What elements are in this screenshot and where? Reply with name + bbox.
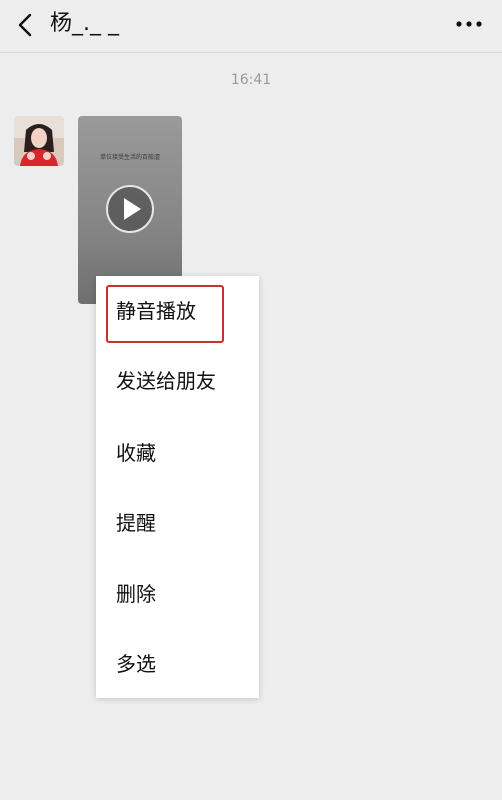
chat-title: 杨_._ _ — [50, 11, 119, 36]
sender-avatar[interactable] — [14, 116, 64, 166]
message-timestamp: 16:41 — [230, 72, 272, 88]
chevron-left-icon — [18, 13, 32, 37]
play-icon[interactable] — [105, 184, 155, 234]
menu-item-send-to-friend[interactable]: 发送给朋友 — [96, 346, 259, 416]
highlight-annotation — [106, 285, 224, 343]
menu-item-delete[interactable]: 删除 — [96, 559, 259, 629]
menu-item-remind[interactable]: 提醒 — [96, 488, 259, 558]
back-button[interactable] — [12, 10, 40, 40]
menu-item-favorite[interactable]: 收藏 — [96, 418, 259, 488]
avatar-image — [14, 116, 64, 166]
top-bar: 杨_._ _ — [0, 0, 502, 53]
video-caption: 单位接受生活的百般虐 — [99, 154, 160, 161]
ellipsis-icon — [456, 21, 482, 27]
more-button[interactable] — [454, 14, 484, 34]
menu-item-multi-select[interactable]: 多选 — [96, 629, 259, 699]
